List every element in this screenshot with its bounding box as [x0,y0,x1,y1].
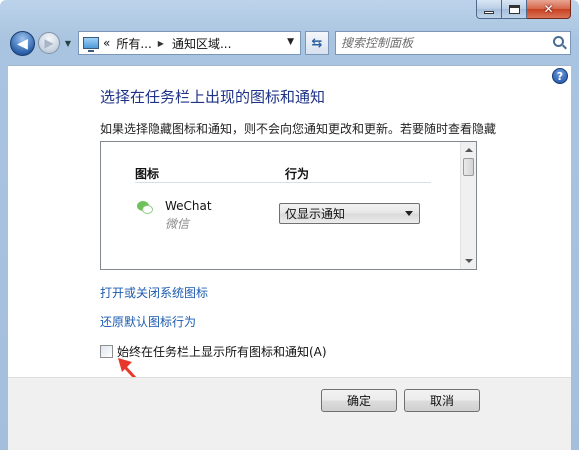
search-input[interactable] [341,36,541,50]
forward-button[interactable]: ▶ [38,32,60,54]
help-icon: ? [556,69,564,83]
back-arrow-icon: ◀ [17,35,28,52]
breadcrumb-separator-icon[interactable]: ▶ [158,39,164,48]
history-dropdown[interactable]: ▼ [63,38,73,48]
header-divider [135,182,431,183]
window-controls: ✕ [476,0,571,20]
back-button[interactable]: ◀ [10,31,35,56]
ok-button[interactable]: 确定 [321,389,397,412]
page-title: 选择在任务栏上出现的图标和通知 [100,88,326,106]
maximize-icon [508,4,520,14]
navigation-bar: ◀ ▶ ▼ « 所有... ▶ 通知区域... ▼ ⇆ [8,29,571,57]
help-button[interactable]: ? [552,68,568,84]
window-frame: ✕ ◀ ▶ ▼ « 所有... ▶ 通知区域... ▼ ⇆ ? 选择在任务栏上出… [0,0,579,450]
restore-defaults-link[interactable]: 还原默认图标行为 [100,313,196,330]
dialog-footer: 确定 取消 [8,377,571,450]
refresh-button[interactable]: ⇆ [305,31,329,55]
scroll-thumb[interactable] [463,158,474,176]
breadcrumb-all-items[interactable]: 所有... [116,35,151,52]
cancel-button[interactable]: 取消 [404,389,480,412]
breadcrumb-notification-area[interactable]: 通知区域... [172,35,231,52]
refresh-icon: ⇆ [311,35,323,51]
behavior-select-value: 仅显示通知 [285,207,346,221]
close-icon: ✕ [543,2,554,16]
minimize-button[interactable] [476,0,502,19]
maximize-button[interactable] [502,0,527,19]
behavior-select[interactable]: 仅显示通知 [279,203,420,224]
column-header-icon: 图标 [135,167,160,181]
address-bar[interactable]: « 所有... ▶ 通知区域... ▼ [78,31,301,55]
system-icons-link[interactable]: 打开或关闭系统图标 [100,284,208,301]
breadcrumb-overflow[interactable]: « [103,36,110,50]
minimize-icon [484,10,494,14]
dropdown-arrow-icon [405,211,413,216]
wechat-icon [137,200,153,216]
icon-list: 图标 行为 WeChat 微信 仅显示通知 [100,141,477,270]
content-pane: ? 选择在任务栏上出现的图标和通知 如果选择隐藏图标和通知，则不会向您通知更改和… [8,65,571,450]
list-item-name: WeChat [165,199,212,213]
column-header-behavior: 行为 [285,167,310,181]
search-icon[interactable] [553,36,564,47]
address-dropdown-icon[interactable]: ▼ [287,37,294,47]
forward-arrow-icon: ▶ [44,36,54,50]
computer-icon [83,37,99,52]
vertical-scrollbar[interactable] [460,142,476,269]
list-item-subtitle: 微信 [165,217,190,231]
scroll-down-icon[interactable] [465,259,473,263]
scroll-up-icon[interactable] [465,148,473,152]
chevron-down-icon: ▼ [64,38,72,48]
close-button[interactable]: ✕ [527,0,571,19]
search-box[interactable] [335,31,571,55]
